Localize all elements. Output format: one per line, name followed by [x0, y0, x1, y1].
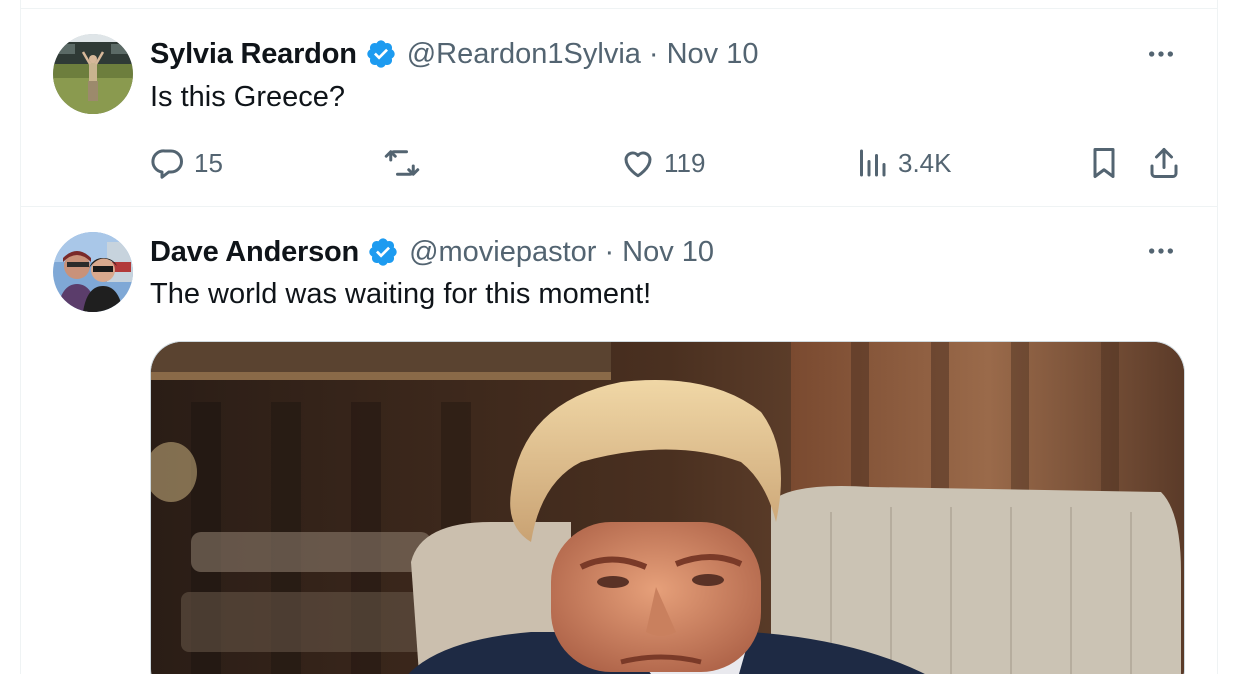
author-handle[interactable]: @moviepastor	[409, 236, 596, 269]
avatar[interactable]	[53, 232, 133, 312]
reply-count: 15	[194, 147, 223, 178]
reply-bubble-icon	[151, 149, 183, 179]
views-count: 3.4K	[898, 147, 952, 178]
tweet-text: Is this Greece?	[150, 81, 346, 113]
timeline-column: Sylvia Reardon @Reardon1Sylvia · Nov 10 …	[20, 0, 1218, 674]
tweet-text: The world was waiting for this moment!	[150, 278, 652, 310]
author-name[interactable]: Dave Anderson	[150, 236, 359, 269]
tweet[interactable]: Dave Anderson @moviepastor · Nov 10 The …	[21, 208, 1217, 674]
tweet-media-image[interactable]	[150, 341, 1185, 674]
separator-dot: ·	[648, 37, 659, 70]
views-button[interactable]: 3.4K	[854, 141, 952, 185]
avatar[interactable]	[53, 34, 133, 114]
like-button[interactable]: 119	[620, 141, 705, 185]
tweet-date[interactable]: Nov 10	[667, 38, 759, 71]
views-bars-icon	[860, 149, 886, 177]
author-name[interactable]: Sylvia Reardon	[150, 38, 357, 71]
like-count: 119	[664, 147, 706, 178]
bookmark-button[interactable]	[1086, 141, 1122, 185]
separator-dot: ·	[604, 235, 615, 268]
tweet-actions: 15 119 3.4K	[150, 141, 1197, 185]
retweet-button[interactable]	[384, 141, 428, 185]
reply-button[interactable]: 15	[150, 141, 223, 185]
author-handle[interactable]: @Reardon1Sylvia	[407, 38, 641, 71]
more-dots-icon[interactable]	[1141, 34, 1181, 74]
retweet-icon	[384, 150, 420, 176]
verified-badge-icon[interactable]	[367, 236, 399, 268]
tweet-header: Dave Anderson @moviepastor · Nov 10	[150, 232, 714, 272]
share-upload-icon	[1150, 148, 1178, 178]
heart-icon	[624, 151, 652, 178]
tweet-date[interactable]: Nov 10	[622, 236, 714, 269]
bookmark-icon	[1093, 148, 1115, 178]
verified-badge-icon[interactable]	[365, 38, 397, 70]
share-button[interactable]	[1146, 141, 1182, 185]
tweet[interactable]: Sylvia Reardon @Reardon1Sylvia · Nov 10 …	[21, 9, 1217, 207]
tweet-header: Sylvia Reardon @Reardon1Sylvia · Nov 10	[150, 34, 758, 74]
more-dots-icon[interactable]	[1141, 231, 1181, 271]
